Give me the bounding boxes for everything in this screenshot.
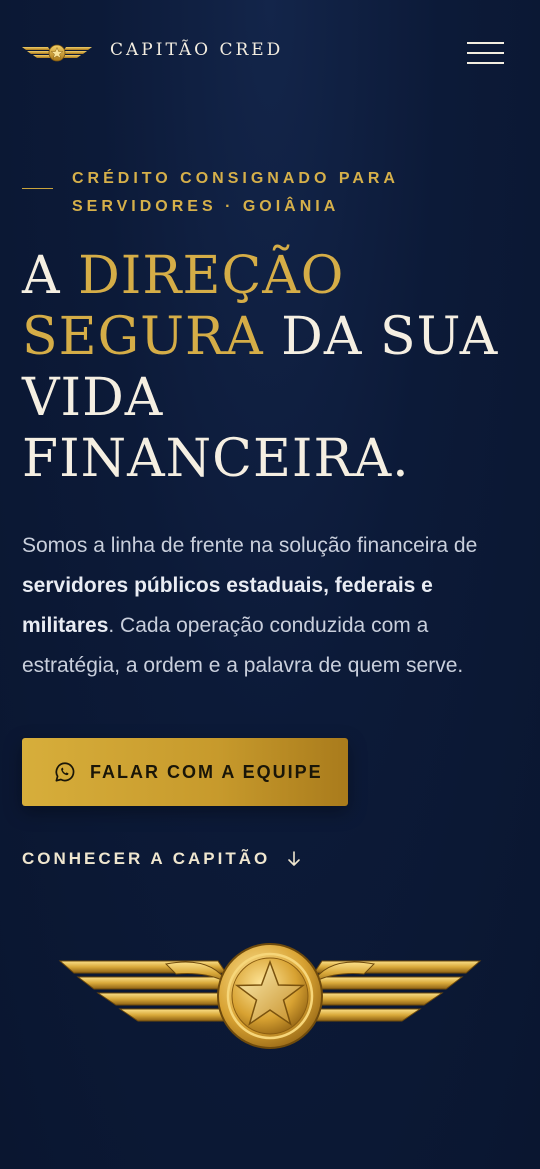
description-part-1: Somos a linha de frente na solução finan…: [22, 534, 478, 557]
headline-part-1: A: [22, 246, 79, 306]
learn-more-label: CONHECER A CAPITÃO: [22, 849, 271, 868]
hamburger-menu-icon: [467, 42, 504, 44]
learn-more-link[interactable]: CONHECER A CAPITÃO: [22, 849, 302, 869]
arrow-down-icon: [288, 851, 301, 866]
site-header: CAPITÃO CRED: [0, 0, 540, 104]
winged-star-emblem: [58, 943, 482, 1049]
cta-label: FALAR COM A EQUIPE: [90, 761, 323, 782]
hero-description: Somos a linha de frente na solução finan…: [22, 526, 522, 686]
brand-name[interactable]: CAPITÃO CRED: [110, 40, 283, 60]
eyebrow-text: CRÉDITO CONSIGNADO PARA SERVIDORES · GOI…: [72, 170, 399, 215]
hero-headline: A DIREÇÃO SEGURA DA SUA VIDA FINANCEIRA.: [22, 246, 522, 490]
talk-to-team-button[interactable]: FALAR COM A EQUIPE: [22, 738, 348, 806]
eyebrow-divider: [22, 188, 53, 189]
menu-button[interactable]: [467, 42, 505, 66]
whatsapp-icon: [55, 762, 75, 782]
winged-star-icon[interactable]: [22, 42, 92, 64]
